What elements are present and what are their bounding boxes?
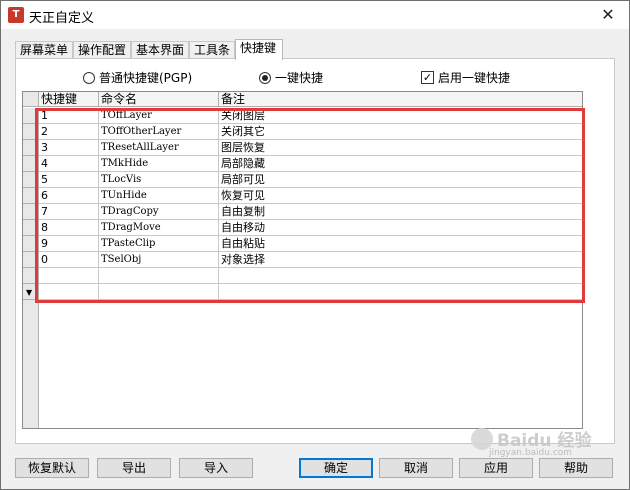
table-row-new[interactable]: ▼ (23, 284, 582, 300)
cell-command[interactable]: TOffOtherLayer (99, 124, 219, 140)
cell-command[interactable]: TDragMove (99, 220, 219, 236)
cell-note[interactable]: 局部可见 (219, 172, 582, 188)
cell-key[interactable]: 1 (39, 108, 99, 124)
table-row[interactable]: 7 TDragCopy 自由复制 (23, 204, 582, 220)
radio-onekey-shortcut[interactable]: 一键快捷 (259, 69, 323, 86)
table-row[interactable]: 2 TOffOtherLayer 关闭其它 (23, 124, 582, 140)
row-handle-fill (23, 300, 39, 428)
cell-command[interactable]: TLocVis (99, 172, 219, 188)
cell-note[interactable]: 局部隐藏 (219, 156, 582, 172)
watermark-url: jingyan.baidu.com (489, 448, 573, 458)
table-row[interactable]: 5 TLocVis 局部可见 (23, 172, 582, 188)
cell-note[interactable]: 自由粘贴 (219, 236, 582, 252)
tab-toolbar[interactable]: 工具条 (189, 41, 235, 59)
cell-key[interactable]: 5 (39, 172, 99, 188)
radio-selected-icon (259, 71, 271, 84)
export-button[interactable]: 导出 (97, 458, 171, 478)
tab-basic-interface[interactable]: 基本界面 (131, 41, 189, 59)
cell-key[interactable]: 6 (39, 188, 99, 204)
table-row[interactable]: 1 TOffLayer 关闭图层 (23, 108, 582, 124)
column-header-command[interactable]: 命令名 (99, 92, 219, 107)
cell-note[interactable]: 关闭其它 (219, 124, 582, 140)
table-row[interactable]: 0 TSelObj 对象选择 (23, 252, 582, 268)
app-icon: T (8, 7, 24, 23)
grid-corner (23, 92, 39, 107)
enable-onekey-label: 启用一键快捷 (438, 71, 511, 85)
radio-normal-label: 普通快捷键(PGP) (99, 71, 193, 85)
shortcut-grid: 快捷键 命令名 备注 1 TOffLayer 关闭图层 2 TOffOtherL… (22, 91, 583, 429)
table-row[interactable]: 9 TPasteClip 自由粘贴 (23, 236, 582, 252)
cell-command[interactable]: TPasteClip (99, 236, 219, 252)
apply-button[interactable]: 应用 (459, 458, 533, 478)
window-title: 天正自定义 (29, 11, 95, 26)
cell-note[interactable]: 对象选择 (219, 252, 582, 268)
cell-note[interactable]: 图层恢复 (219, 140, 582, 156)
cell-command[interactable]: TDragCopy (99, 204, 219, 220)
tab-screen-menu[interactable]: 屏幕菜单 (15, 41, 73, 59)
import-button[interactable]: 导入 (179, 458, 253, 478)
cell-command[interactable]: TMkHide (99, 156, 219, 172)
cell-key[interactable]: 4 (39, 156, 99, 172)
table-row[interactable]: 8 TDragMove 自由移动 (23, 220, 582, 236)
checkmark-icon: ✓ (421, 71, 434, 84)
column-header-note[interactable]: 备注 (219, 92, 582, 107)
cell-note[interactable]: 关闭图层 (219, 108, 582, 124)
cell-key[interactable]: 9 (39, 236, 99, 252)
cell-command[interactable]: TUnHide (99, 188, 219, 204)
close-button[interactable]: ✕ (597, 4, 619, 26)
ok-button[interactable]: 确定 (299, 458, 373, 478)
table-row[interactable]: 6 TUnHide 恢复可见 (23, 188, 582, 204)
cell-note[interactable]: 自由移动 (219, 220, 582, 236)
table-row[interactable]: 3 TResetAllLayer 图层恢复 (23, 140, 582, 156)
cell-key[interactable]: 0 (39, 252, 99, 268)
column-header-key[interactable]: 快捷键 (39, 92, 99, 107)
help-button[interactable]: 帮助 (539, 458, 613, 478)
cell-key[interactable]: 3 (39, 140, 99, 156)
cell-note[interactable]: 自由复制 (219, 204, 582, 220)
cell-note[interactable] (219, 268, 582, 284)
baidu-paw-icon (471, 427, 493, 450)
new-row-arrow-icon: ▼ (26, 288, 33, 297)
grid-header: 快捷键 命令名 备注 (23, 92, 582, 107)
tarch-customize-dialog: T 天正自定义 ✕ 屏幕菜单 操作配置 基本界面 工具条 快捷键 普通快捷键(P… (0, 0, 630, 490)
cell-key[interactable] (39, 284, 99, 300)
cell-key[interactable]: 7 (39, 204, 99, 220)
cell-command[interactable]: TSelObj (99, 252, 219, 268)
title-bar: T 天正自定义 ✕ (1, 1, 629, 29)
cell-key[interactable]: 2 (39, 124, 99, 140)
radio-onekey-label: 一键快捷 (275, 71, 324, 85)
tab-operation-config[interactable]: 操作配置 (73, 41, 131, 59)
table-row-empty[interactable] (23, 268, 582, 284)
cancel-button[interactable]: 取消 (379, 458, 453, 478)
cell-command[interactable] (99, 268, 219, 284)
cell-command[interactable]: TResetAllLayer (99, 140, 219, 156)
tab-shortcuts[interactable]: 快捷键 (235, 39, 283, 60)
cell-note[interactable] (219, 284, 582, 300)
cell-key[interactable]: 8 (39, 220, 99, 236)
restore-default-button[interactable]: 恢复默认 (15, 458, 89, 478)
radio-normal-shortcut[interactable]: 普通快捷键(PGP) (83, 69, 192, 86)
cell-key[interactable] (39, 268, 99, 284)
cell-command[interactable]: TOffLayer (99, 108, 219, 124)
radio-unselected-icon (83, 71, 95, 84)
table-row[interactable]: 4 TMkHide 局部隐藏 (23, 156, 582, 172)
cell-command[interactable] (99, 284, 219, 300)
cell-note[interactable]: 恢复可见 (219, 188, 582, 204)
enable-onekey-checkbox[interactable]: ✓ 启用一键快捷 (421, 69, 510, 86)
